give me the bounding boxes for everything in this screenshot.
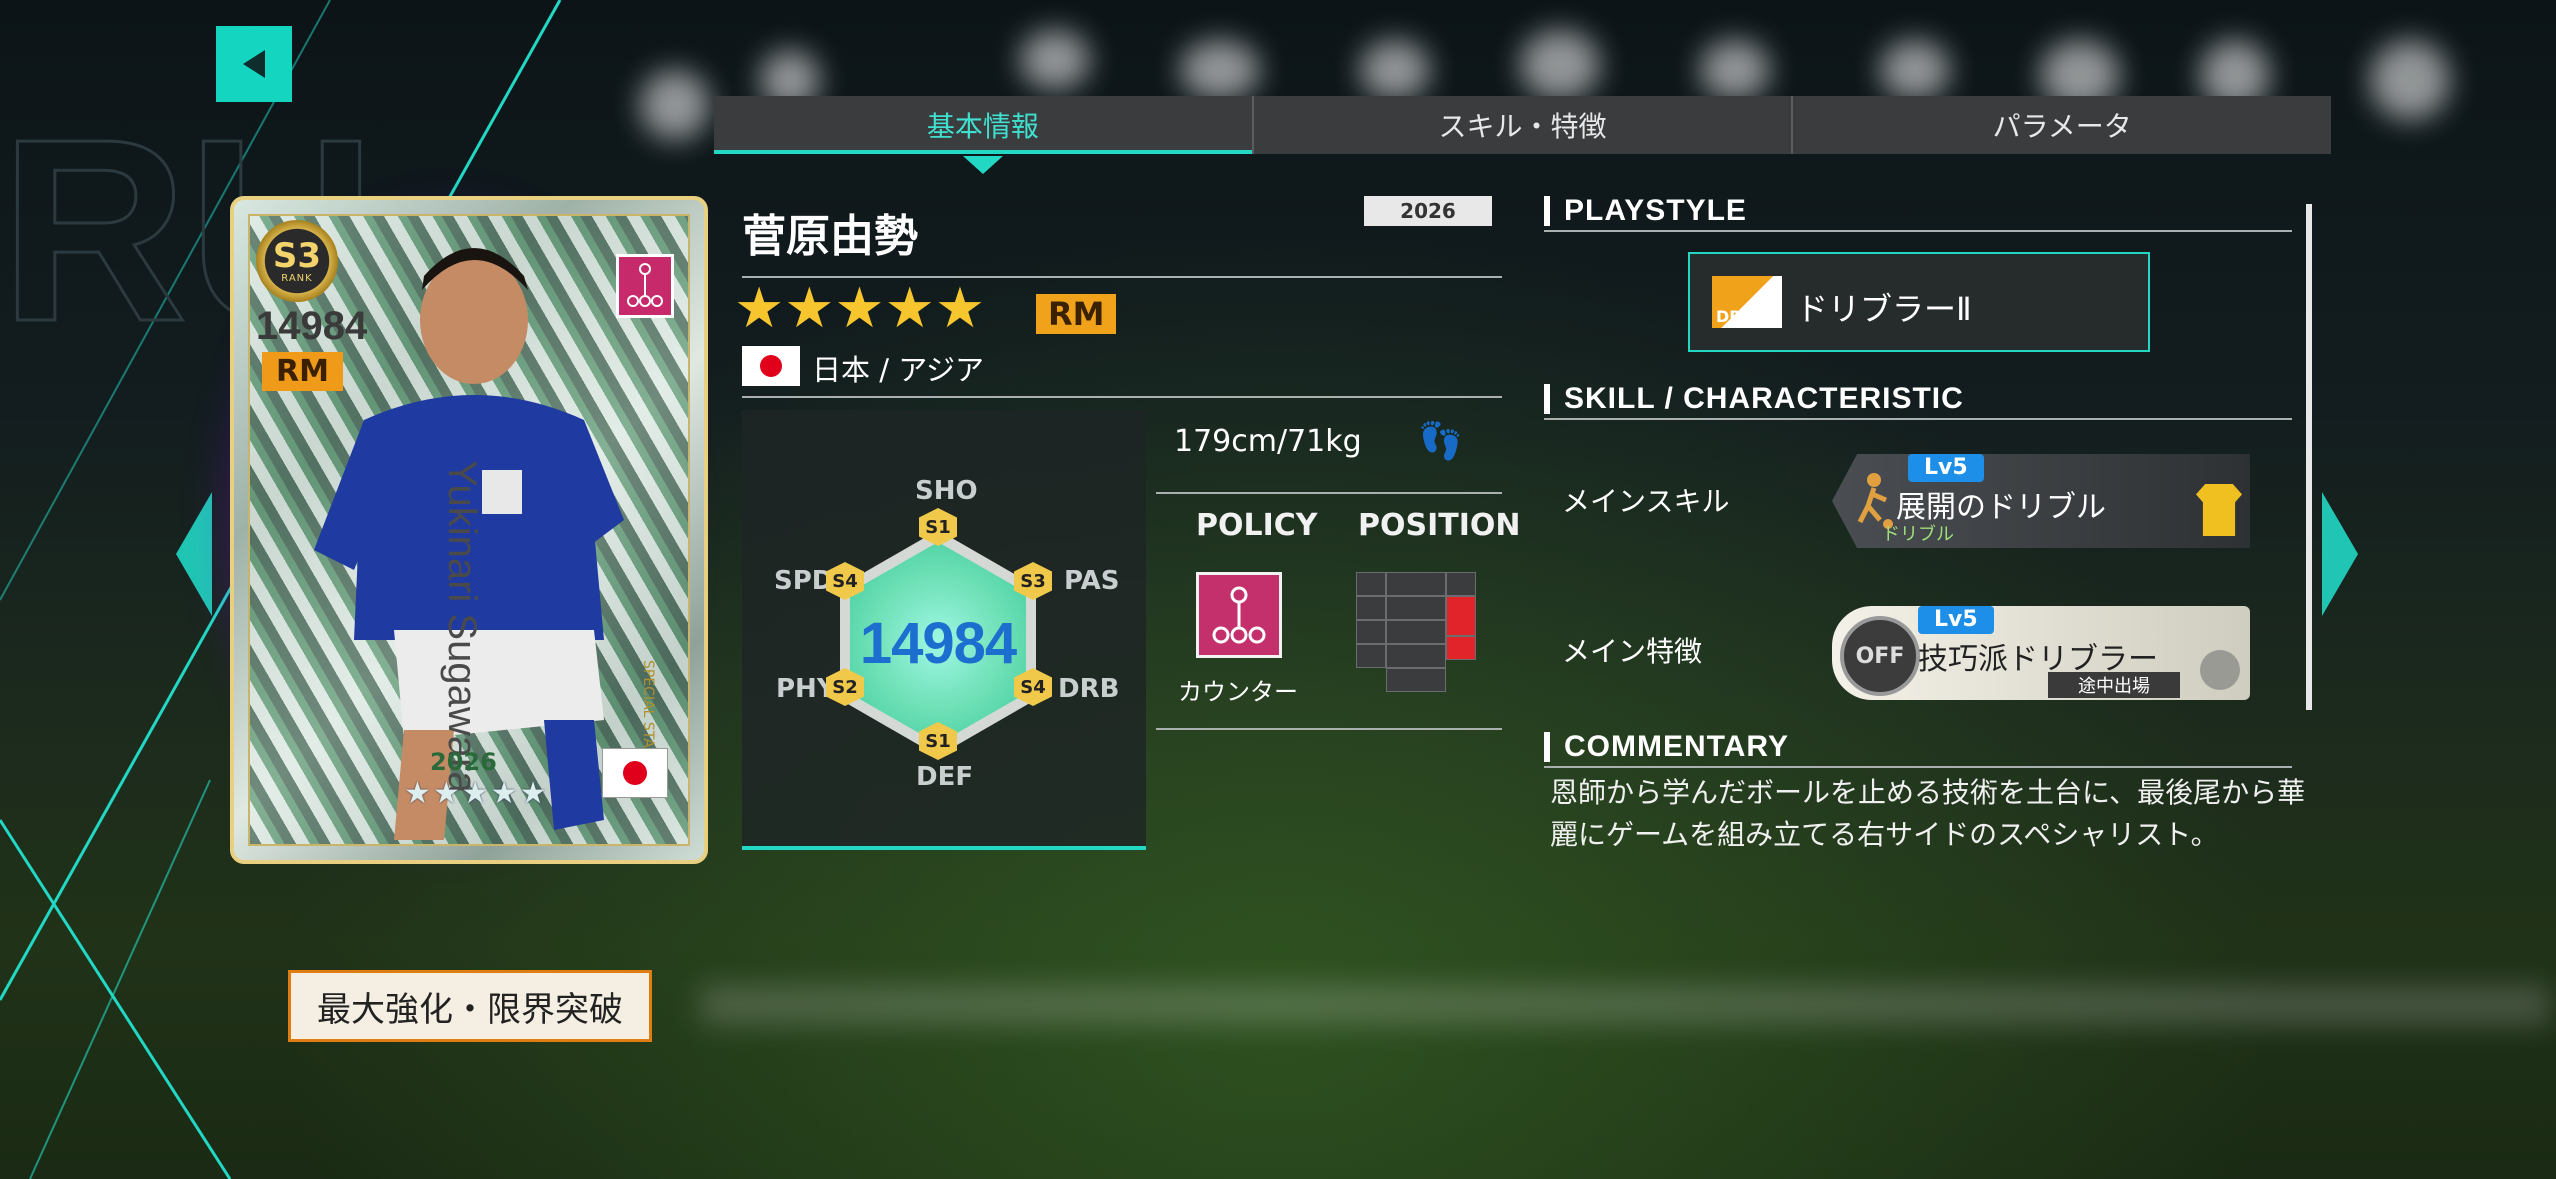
position-badge: RM xyxy=(1036,294,1117,334)
playstyle-label: ドリブラーⅡ xyxy=(1796,290,1972,328)
player-name: 菅原由勢 xyxy=(742,211,918,262)
next-player-arrow-icon[interactable] xyxy=(2322,492,2358,616)
card-special-text: SPECIAL STAR xyxy=(640,660,656,758)
stat-label-pas: PAS xyxy=(1064,566,1120,596)
tab-basic-info[interactable]: 基本情報 xyxy=(714,96,1254,174)
divider xyxy=(1156,492,1502,494)
trait-level-badge: Lv5 xyxy=(1918,606,1994,634)
dribbler-icon: DRB xyxy=(1712,276,1782,328)
divider xyxy=(1544,766,2292,768)
total-rating: 14984 xyxy=(859,610,1017,676)
japan-flag-icon xyxy=(602,748,668,798)
card-rating: 14984 xyxy=(256,304,368,348)
commentary-heading: COMMENTARY xyxy=(1564,730,1789,763)
card-player-name: Yukinari Sugawara xyxy=(440,460,484,794)
card-position-badge: RM xyxy=(262,352,343,391)
main-trait-condition: 途中出場 xyxy=(2048,672,2180,698)
playstyle-card[interactable]: DRB ドリブラーⅡ xyxy=(1688,252,2150,352)
stat-label-drb: DRB xyxy=(1058,674,1120,704)
star-rating: ★★★★★ xyxy=(734,276,986,341)
policy-label: カウンター xyxy=(1178,678,1298,706)
position-grid xyxy=(1356,572,1476,692)
main-skill-label: メインスキル xyxy=(1562,485,1730,518)
back-button[interactable] xyxy=(216,26,292,102)
divider xyxy=(1544,418,2292,420)
season-badge: 2026 xyxy=(1364,196,1492,226)
card-stars: ★★★★★ xyxy=(404,776,549,811)
divider xyxy=(1544,230,2292,232)
card-rank-badge: S3 RANK xyxy=(256,220,338,302)
stat-label-def: DEF xyxy=(916,762,974,792)
scrollbar[interactable] xyxy=(2306,204,2312,710)
tab-parameters[interactable]: パラメータ xyxy=(1793,96,2331,154)
main-trait-label: メイン特徴 xyxy=(1562,635,1703,668)
tab-bar: 基本情報 スキル・特徴 パラメータ xyxy=(714,96,2331,174)
nationality: 日本 / アジア xyxy=(812,353,985,387)
skill-heading: SKILL / CHARACTERISTIC xyxy=(1564,382,1964,415)
height-weight: 179cm/71kg xyxy=(1174,424,1362,459)
divider xyxy=(1156,728,1502,730)
trait-emblem-icon xyxy=(2200,650,2240,690)
off-badge: OFF xyxy=(1840,616,1920,696)
back-arrow-icon xyxy=(243,50,265,78)
active-tab-pointer-icon xyxy=(962,156,1003,174)
counter-policy-icon xyxy=(616,254,674,318)
max-upgrade-button[interactable]: 最大強化・限界突破 xyxy=(288,970,652,1042)
player-card[interactable]: S3 RANK 14984 RM Yukinari Sugawara SPECI… xyxy=(230,196,708,864)
stat-label-spd: SPD xyxy=(774,566,834,596)
policy-heading: POLICY xyxy=(1196,508,1318,543)
divider xyxy=(742,396,1502,398)
japan-flag-icon xyxy=(742,346,800,386)
stat-label-sho: SHO xyxy=(915,476,978,506)
playstyle-heading: PLAYSTYLE xyxy=(1564,194,1747,227)
tab-skill-traits[interactable]: スキル・特徴 xyxy=(1254,96,1794,154)
card-year: 2026 xyxy=(430,748,497,776)
counter-policy-icon xyxy=(1196,572,1282,658)
main-skill-category: ドリブル xyxy=(1882,524,1954,545)
position-heading: POSITION xyxy=(1358,508,1521,543)
skill-level-badge: Lv5 xyxy=(1908,454,1984,482)
commentary-text: 恩師から学んだボールを止める技術を土台に、最後尾から華麗にゲームを組み立てる右サ… xyxy=(1550,776,2306,851)
footprints-icon: 👣 xyxy=(1418,421,1463,462)
